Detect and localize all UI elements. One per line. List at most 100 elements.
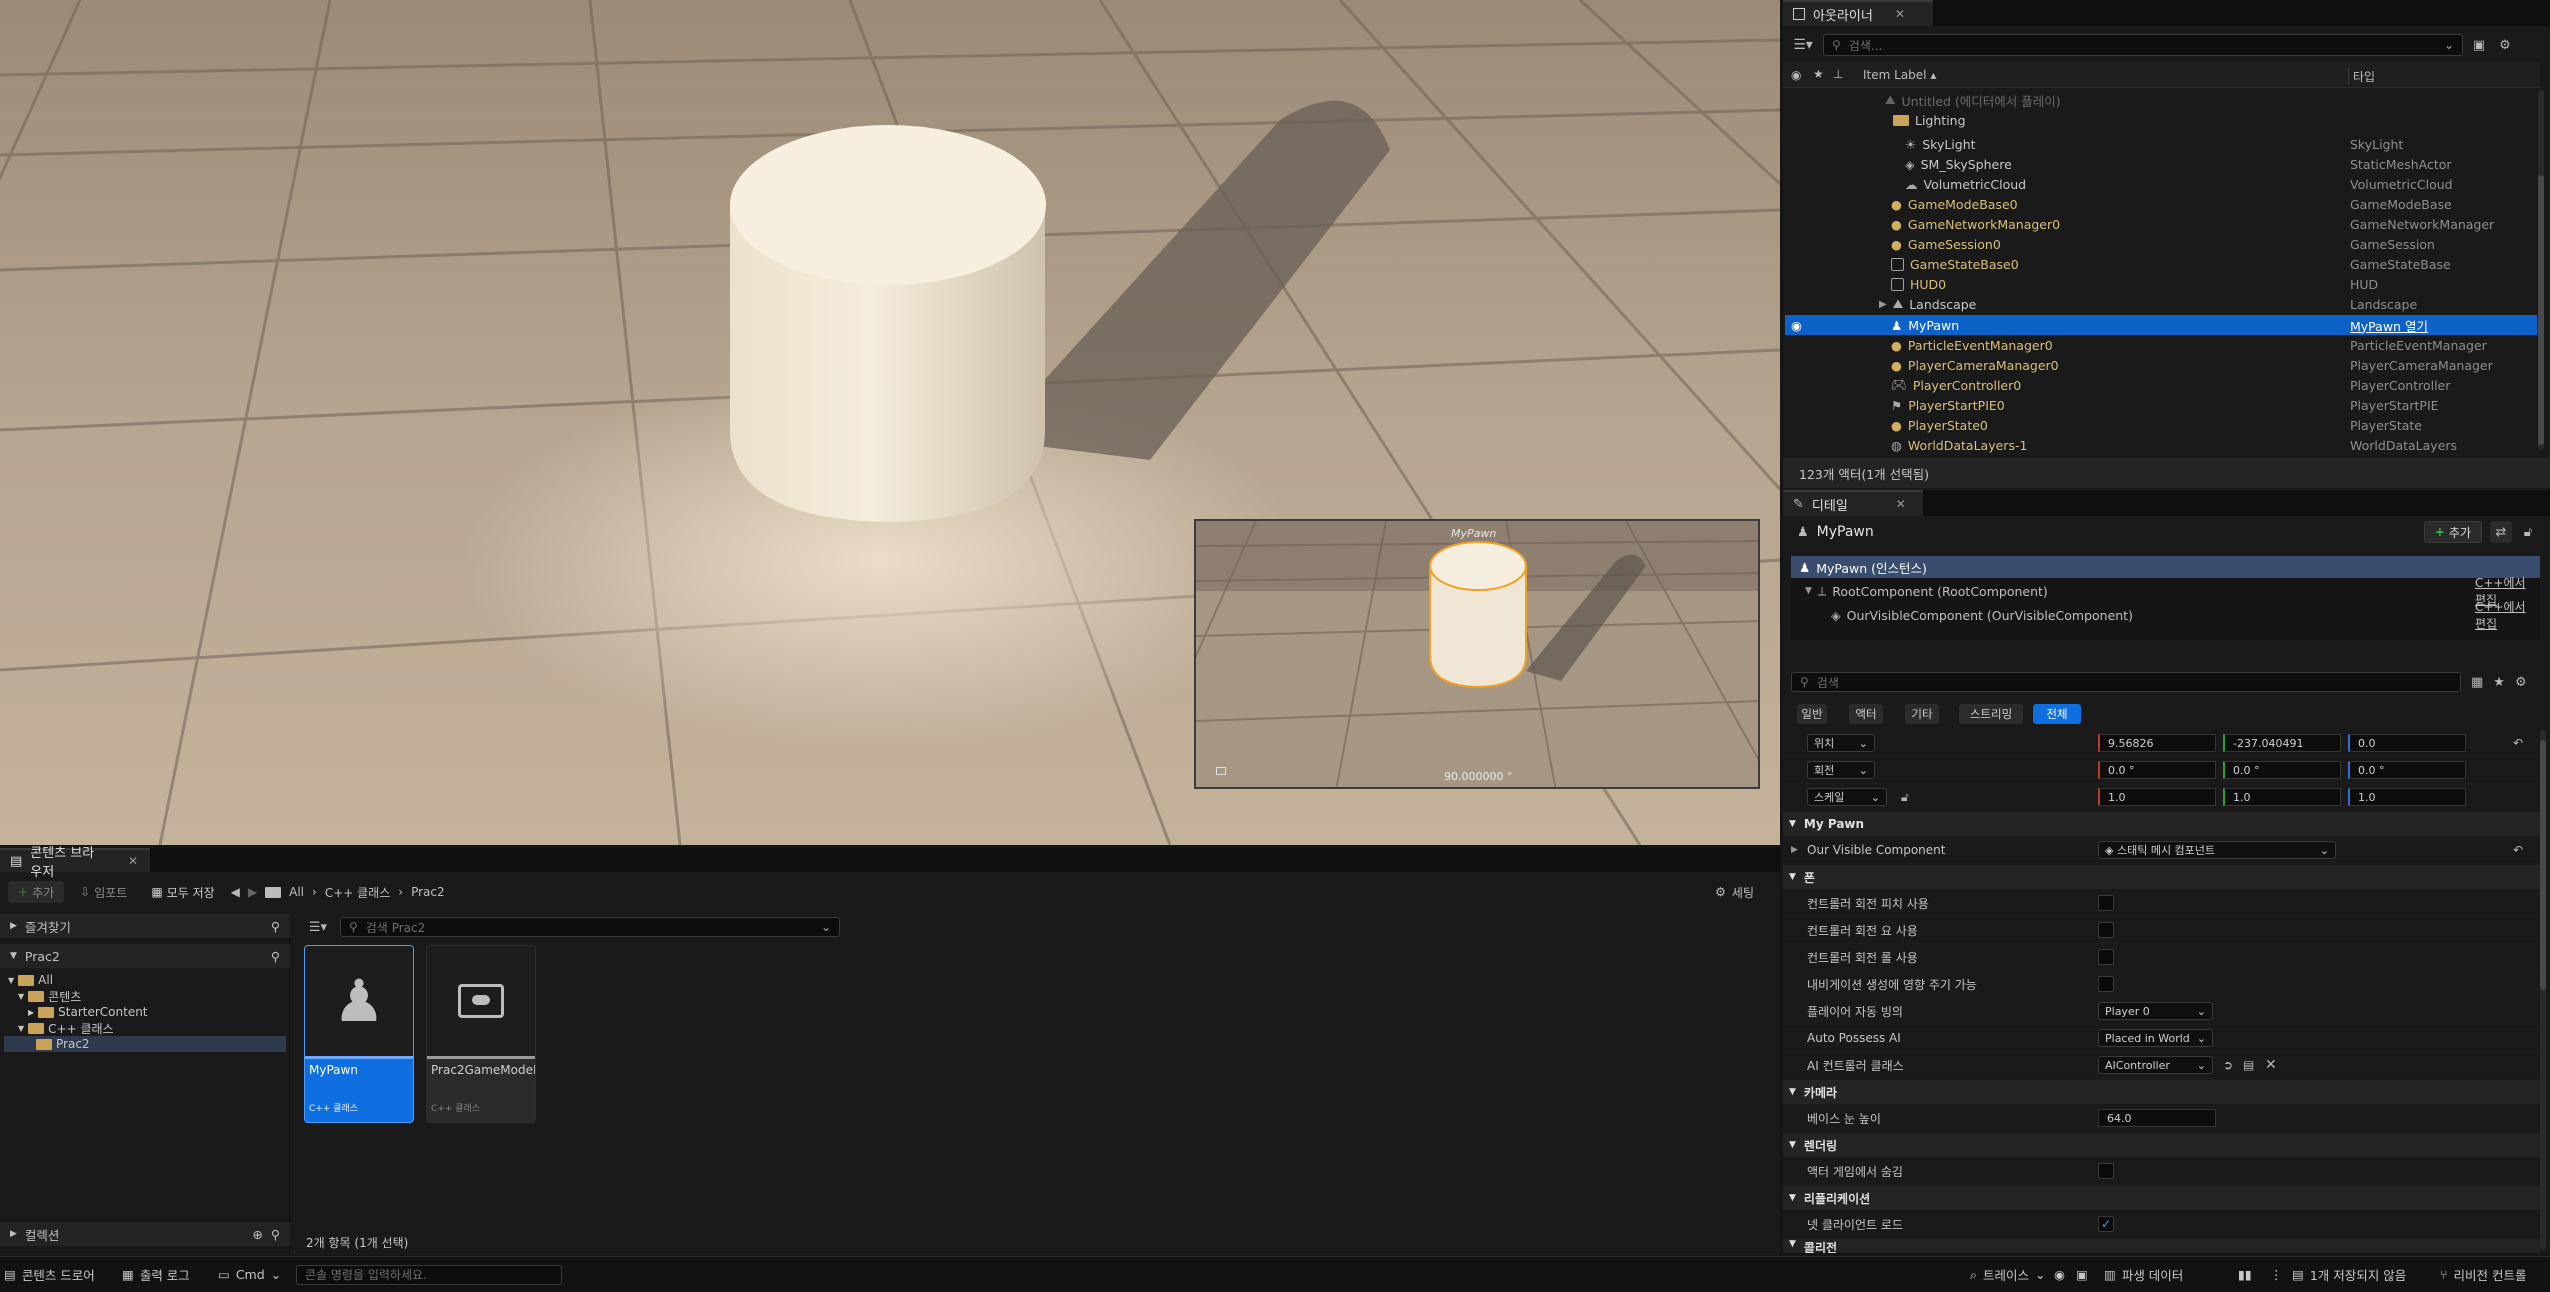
scale-x-input[interactable]: 1.0 — [2098, 788, 2216, 806]
scale-dropdown[interactable]: 스케일 ⌄ — [1807, 788, 1887, 806]
collections-header[interactable]: ▶ 컬렉션 ⊕ ⚲ — [0, 1222, 290, 1246]
visibility-icon[interactable]: ◉ — [1791, 318, 1802, 333]
outliner-row[interactable]: ◈ SM_SkySphere StaticMeshActor — [1785, 154, 2537, 174]
history-forward-icon[interactable]: ▶ — [248, 885, 257, 899]
ai-controller-class-dropdown[interactable]: AIController ⌄ — [2098, 1056, 2213, 1074]
add-button[interactable]: + 추가 — [8, 881, 65, 903]
stats-button[interactable]: ▮▮ — [2238, 1257, 2252, 1292]
outliner-row[interactable]: ● ParticleEventManager0 ParticleEventMana… — [1785, 335, 2537, 355]
category-collision[interactable]: ▼ 콜리전 — [1783, 1239, 2540, 1253]
category-camera[interactable]: ▼ 카메라 — [1783, 1080, 2540, 1104]
rotation-dropdown[interactable]: 회전 ⌄ — [1807, 761, 1875, 779]
project-header[interactable]: ▼ Prac2 ⚲ — [0, 944, 290, 968]
use-controller-roll-checkbox[interactable] — [2098, 949, 2114, 965]
location-z-input[interactable]: 0.0 — [2348, 734, 2466, 752]
instance-row[interactable]: ♟ MyPawn (인스턴스) — [1791, 556, 2540, 578]
column-item-label[interactable]: Item Label ▴ — [1863, 68, 1936, 82]
close-icon[interactable]: ✕ — [1896, 497, 1906, 511]
category-rendering[interactable]: ▼ 렌더링 — [1783, 1133, 2540, 1157]
filter-tab-actor[interactable]: 액터 — [1849, 704, 1883, 724]
our-visible-component-dropdown[interactable]: ◈ 스태틱 메시 컴포넌트 ⌄ — [2098, 841, 2336, 859]
outliner-row[interactable]: ● GameNetworkManager0 GameNetworkManager — [1785, 214, 2537, 234]
save-all-button[interactable]: ▦ 모두 저장 — [143, 881, 222, 903]
breadcrumb-cpp-classes[interactable]: C++ 클래스 — [325, 884, 390, 901]
tree-item-prac2[interactable]: Prac2 — [4, 1036, 286, 1052]
location-dropdown[interactable]: 위치 ⌄ — [1807, 734, 1875, 752]
component-row[interactable]: ▼ ⟂ RootComponent (RootComponent) C++에서 … — [1791, 576, 2540, 607]
filter-tab-general[interactable]: 일반 — [1797, 704, 1827, 724]
lock-icon[interactable]: 🔓︎ — [2520, 525, 2536, 540]
outliner-row[interactable]: HUD0 HUD — [1785, 274, 2537, 294]
filter-tab-streaming[interactable]: 스트리밍 — [1959, 704, 2023, 724]
table-view-icon[interactable]: ▦ — [2471, 675, 2483, 690]
outliner-row[interactable]: ▶ ⛰ Landscape Landscape — [1785, 294, 2537, 314]
output-log-button[interactable]: ▦ 출력 로그 — [122, 1257, 190, 1292]
base-eye-height-input[interactable]: 64.0 — [2098, 1109, 2216, 1127]
scale-y-input[interactable]: 1.0 — [2223, 788, 2341, 806]
outliner-row[interactable]: 🎮︎ PlayerController0 PlayerController — [1785, 375, 2537, 395]
tree-item-cpp-classes[interactable]: ▼ C++ 클래스 — [18, 1020, 114, 1036]
derived-data-button[interactable]: ▥ 파생 데이터 — [2104, 1257, 2183, 1292]
outliner-row[interactable]: GameStateBase0 GameStateBase — [1785, 254, 2537, 274]
collapse-arrow-icon[interactable]: ▼ — [1805, 586, 1812, 596]
component-row[interactable]: ◈ OurVisibleComponent (OurVisibleCompone… — [1791, 600, 2540, 631]
breadcrumb-all[interactable]: All — [289, 885, 304, 899]
pin-icon[interactable]: ⊥ — [1833, 67, 1843, 81]
outliner-scrollbar[interactable] — [2538, 90, 2544, 450]
folder-browse-icon[interactable]: ▤ — [2243, 1058, 2254, 1072]
details-scrollbar[interactable] — [2540, 730, 2546, 1250]
location-x-input[interactable]: 9.56826 — [2098, 734, 2216, 752]
search-icon[interactable]: ⚲ — [271, 1227, 280, 1242]
screenshot-button[interactable]: ▣ — [2076, 1257, 2088, 1292]
outliner-row[interactable]: ● PlayerCameraManager0 PlayerCameraManage… — [1785, 355, 2537, 375]
asset-tile-prac2gamemodebase[interactable]: Prac2GameModeBase C++ 클래스 — [426, 945, 536, 1123]
close-icon[interactable]: ✕ — [1895, 7, 1905, 21]
reset-arrow-icon[interactable]: ↶ — [2513, 843, 2523, 857]
filter-tab-misc[interactable]: 기타 — [1905, 704, 1939, 724]
cmd-dropdown[interactable]: ▭ Cmd ⌄ — [218, 1257, 281, 1292]
auto-possess-player-dropdown[interactable]: Player 0 ⌄ — [2098, 1002, 2213, 1020]
tree-item-all[interactable]: ▼ All — [8, 972, 53, 988]
outliner-row[interactable]: Lighting — [1785, 110, 2537, 130]
tree-item-content[interactable]: ▼ 콘텐츠 — [18, 988, 81, 1004]
add-component-button[interactable]: + 추가 — [2423, 521, 2482, 543]
rotation-y-input[interactable]: 0.0 ° — [2223, 761, 2341, 779]
tree-item-starter-content[interactable]: ▶ StarterContent — [28, 1004, 148, 1020]
column-type[interactable]: 타입 — [2348, 68, 2375, 85]
hidden-in-game-checkbox[interactable] — [2098, 1163, 2114, 1179]
asset-tile-mypawn[interactable]: ♟ MyPawn C++ 클래스 — [304, 945, 414, 1123]
search-icon[interactable]: ⚲ — [271, 949, 280, 964]
favorites-header[interactable]: ▶ 즐겨찾기 ⚲ — [0, 914, 290, 938]
outliner-row[interactable]: ⚑ PlayerStartPIE0 PlayerStartPIE — [1785, 395, 2537, 415]
details-tab[interactable]: ✎ 디테일 ✕ — [1783, 490, 1923, 516]
outliner-row[interactable]: ◍ WorldDataLayers-1 WorldDataLayers — [1785, 435, 2537, 455]
add-collection-icon[interactable]: ⊕ — [252, 1227, 262, 1242]
expand-arrow-icon[interactable]: ▶ — [1879, 299, 1887, 310]
scale-z-input[interactable]: 1.0 — [2348, 788, 2466, 806]
outliner-row[interactable]: ● GameSession0 GameSession — [1785, 234, 2537, 254]
net-load-client-checkbox[interactable]: ✓ — [2098, 1216, 2114, 1232]
category-my-pawn[interactable]: ▼ My Pawn — [1783, 812, 2540, 836]
details-search-input[interactable]: ⚲ 검색 — [1791, 672, 2461, 692]
filter-icon[interactable]: ☰▾ — [1789, 37, 1817, 53]
breadcrumb-prac2[interactable]: Prac2 — [411, 885, 445, 899]
filter-tab-all[interactable]: 전체 — [2033, 704, 2081, 724]
rotation-x-input[interactable]: 0.0 ° — [2098, 761, 2216, 779]
record-button[interactable]: ◉ — [2054, 1257, 2065, 1292]
more-button[interactable]: ⋮ — [2270, 1257, 2283, 1292]
outliner-row[interactable]: ⛰ Untitled (에디터에서 플레이) — [1785, 90, 2537, 110]
rotation-z-input[interactable]: 0.0 ° — [2348, 761, 2466, 779]
trace-button[interactable]: ⌕ 트레이스 ⌄ — [1970, 1257, 2046, 1292]
affect-navigation-checkbox[interactable] — [2098, 976, 2114, 992]
use-controller-yaw-checkbox[interactable] — [2098, 922, 2114, 938]
unsaved-button[interactable]: ▤ 1개 저장되지 않음 — [2292, 1257, 2406, 1292]
outliner-row[interactable]: ● PlayerState0 PlayerState — [1785, 415, 2537, 435]
settings-button[interactable]: ⚙ 세팅 — [1715, 884, 1754, 901]
lock-icon[interactable]: 🔓︎ — [1901, 790, 1909, 805]
history-back-icon[interactable]: ◀ — [231, 885, 240, 899]
search-icon[interactable]: ⚲ — [271, 919, 280, 934]
content-drawer-button[interactable]: ▤ 콘텐츠 드로어 — [4, 1257, 95, 1292]
clear-icon[interactable]: ✕ — [2265, 1057, 2277, 1073]
location-y-input[interactable]: -237.040491 — [2223, 734, 2341, 752]
level-viewport[interactable]: MyPawn 90.000000 ° — [0, 0, 1780, 845]
